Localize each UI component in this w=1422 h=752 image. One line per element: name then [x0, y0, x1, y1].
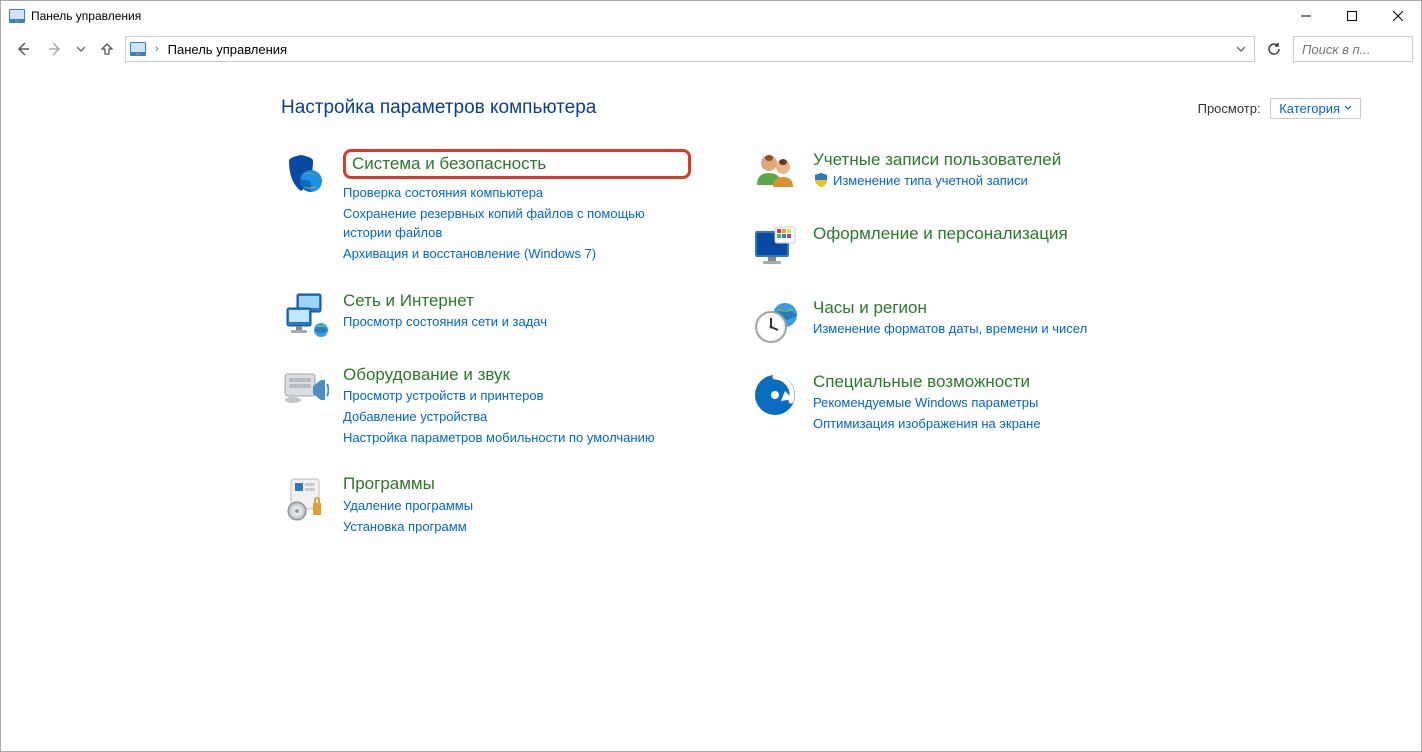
- ease-link-0[interactable]: Рекомендуемые Windows параметры: [813, 394, 1041, 413]
- search-box[interactable]: [1293, 36, 1413, 62]
- titlebar: Панель управления: [1, 1, 1421, 31]
- address-bar[interactable]: › Панель управления: [125, 36, 1255, 62]
- window-controls: [1283, 1, 1421, 31]
- control-panel-window: Панель управления › Панель управления: [0, 0, 1422, 752]
- hardware-title-link[interactable]: Оборудование и звук: [343, 364, 655, 385]
- chevron-down-icon: [1344, 104, 1352, 112]
- titlebar-left: Панель управления: [9, 9, 141, 23]
- clock-icon: [751, 297, 799, 345]
- network-title-link[interactable]: Сеть и Интернет: [343, 290, 547, 311]
- address-icon: [130, 42, 146, 56]
- network-icon: [281, 290, 329, 338]
- refresh-button[interactable]: [1259, 36, 1289, 62]
- view-dropdown[interactable]: Категория: [1270, 98, 1361, 119]
- column-right: Учетные записи пользователей Изменение т…: [751, 149, 1161, 562]
- hardware-link-2[interactable]: Настройка параметров мобильности по умол…: [343, 429, 655, 448]
- close-button[interactable]: [1375, 1, 1421, 31]
- category-accounts: Учетные записи пользователей Изменение т…: [751, 149, 1161, 197]
- view-label: Просмотр:: [1198, 101, 1261, 116]
- accounts-link-0-text: Изменение типа учетной записи: [833, 172, 1028, 191]
- system-link-0[interactable]: Проверка состояния компьютера: [343, 184, 691, 203]
- appearance-title-link[interactable]: Оформление и персонализация: [813, 223, 1068, 244]
- column-left: Система и безопасность Проверка состояни…: [281, 149, 691, 562]
- category-system: Система и безопасность Проверка состояни…: [281, 149, 691, 264]
- chevron-right-icon: ›: [152, 43, 162, 55]
- category-columns: Система и безопасность Проверка состояни…: [281, 149, 1361, 562]
- accounts-title-link[interactable]: Учетные записи пользователей: [813, 149, 1061, 170]
- programs-link-0[interactable]: Удаление программы: [343, 497, 473, 516]
- recent-button[interactable]: [73, 35, 89, 63]
- appearance-icon: [751, 223, 799, 271]
- page-heading: Настройка параметров компьютера: [281, 97, 596, 119]
- control-panel-icon: [9, 9, 25, 23]
- ease-icon: [751, 371, 799, 419]
- programs-title-link[interactable]: Программы: [343, 473, 473, 494]
- up-button[interactable]: [93, 35, 121, 63]
- header-row: Настройка параметров компьютера Просмотр…: [281, 97, 1361, 119]
- clock-title-link[interactable]: Часы и регион: [813, 297, 1087, 318]
- content-area: Настройка параметров компьютера Просмотр…: [1, 67, 1421, 562]
- category-ease: Специальные возможности Рекомендуемые Wi…: [751, 371, 1161, 434]
- system-icon: [281, 149, 329, 197]
- hardware-icon: [281, 364, 329, 412]
- category-network: Сеть и Интернет Просмотр состояния сети …: [281, 290, 691, 338]
- category-clock: Часы и регион Изменение форматов даты, в…: [751, 297, 1161, 345]
- category-programs: Программы Удаление программы Установка п…: [281, 473, 691, 536]
- ease-title-link[interactable]: Специальные возможности: [813, 371, 1041, 392]
- view-selector: Просмотр: Категория: [1198, 98, 1361, 119]
- address-text: Панель управления: [168, 42, 1226, 57]
- system-title-link[interactable]: Система и безопасность: [352, 154, 546, 173]
- accounts-icon: [751, 149, 799, 197]
- back-button[interactable]: [9, 35, 37, 63]
- system-link-2[interactable]: Архивация и восстановление (Windows 7): [343, 245, 691, 264]
- clock-link-0[interactable]: Изменение форматов даты, времени и чисел: [813, 320, 1087, 339]
- minimize-button[interactable]: [1283, 1, 1329, 31]
- nav-row: › Панель управления: [1, 31, 1421, 67]
- category-appearance: Оформление и персонализация: [751, 223, 1161, 271]
- forward-button[interactable]: [41, 35, 69, 63]
- network-link-0[interactable]: Просмотр состояния сети и задач: [343, 313, 547, 332]
- category-hardware: Оборудование и звук Просмотр устройств и…: [281, 364, 691, 448]
- maximize-button[interactable]: [1329, 1, 1375, 31]
- address-dropdown-button[interactable]: [1232, 37, 1250, 61]
- highlight-system: Система и безопасность: [343, 149, 691, 179]
- search-input[interactable]: [1300, 41, 1422, 58]
- shield-icon: [813, 172, 829, 188]
- accounts-link-0[interactable]: Изменение типа учетной записи: [813, 172, 1061, 191]
- programs-link-1[interactable]: Установка программ: [343, 518, 473, 537]
- programs-icon: [281, 473, 329, 521]
- window-title: Панель управления: [31, 9, 141, 23]
- hardware-link-1[interactable]: Добавление устройства: [343, 408, 655, 427]
- hardware-link-0[interactable]: Просмотр устройств и принтеров: [343, 387, 655, 406]
- system-link-1[interactable]: Сохранение резервных копий файлов с помо…: [343, 205, 691, 243]
- view-value: Категория: [1279, 101, 1340, 116]
- ease-link-1[interactable]: Оптимизация изображения на экране: [813, 415, 1041, 434]
